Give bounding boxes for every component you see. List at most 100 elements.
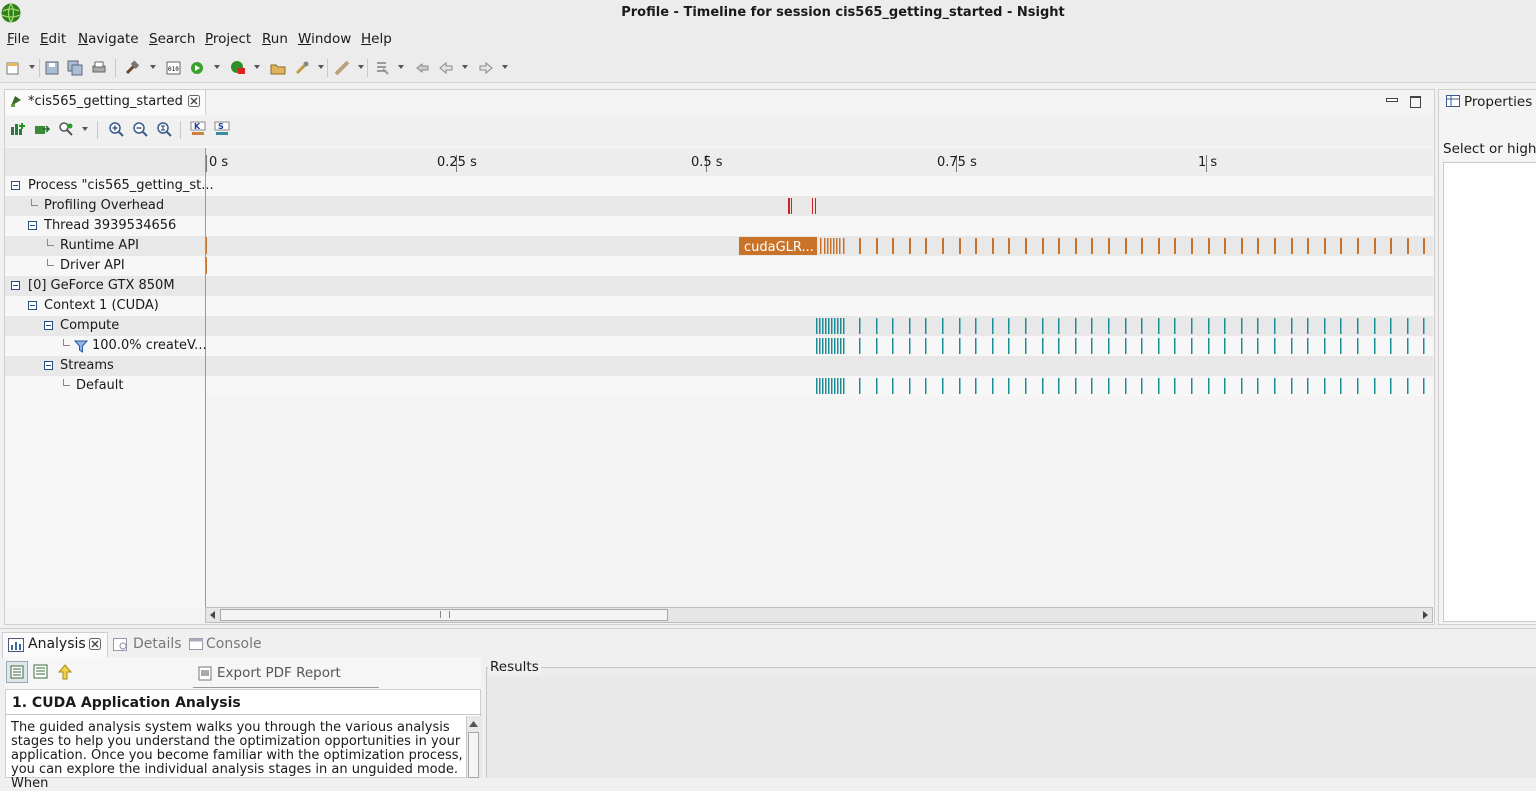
save-icon[interactable]	[44, 60, 60, 76]
kernel-mark[interactable]	[1174, 318, 1176, 334]
kernel-mark[interactable]	[1407, 338, 1409, 354]
kernel-mark[interactable]	[1340, 378, 1342, 394]
kernel-mark[interactable]	[925, 318, 927, 334]
close-icon[interactable]	[188, 95, 200, 107]
kernel-mark[interactable]	[992, 318, 994, 334]
kernel-mark[interactable]	[1291, 318, 1293, 334]
api-call-mark[interactable]	[909, 238, 911, 254]
kernel-mark[interactable]	[909, 318, 911, 334]
kernel-mark[interactable]	[1423, 318, 1425, 334]
kernel-mark[interactable]	[828, 378, 830, 394]
api-call-mark[interactable]	[1307, 238, 1309, 254]
kernel-mark[interactable]	[825, 378, 827, 394]
kernel-mark[interactable]	[959, 378, 961, 394]
kernel-mark[interactable]	[816, 318, 818, 334]
kernel-mark[interactable]	[1025, 338, 1027, 354]
kernel-mark[interactable]	[825, 338, 827, 354]
api-call-mark[interactable]	[1025, 238, 1027, 254]
time-ruler[interactable]	[206, 148, 1433, 177]
kernel-mark[interactable]	[1058, 318, 1060, 334]
overhead-mark[interactable]	[812, 198, 813, 214]
kernel-mark[interactable]	[840, 378, 842, 394]
kernel-mark[interactable]	[1257, 378, 1259, 394]
kernel-mark[interactable]	[1058, 338, 1060, 354]
arrow-up-icon[interactable]	[57, 664, 73, 680]
kernel-mark[interactable]	[859, 318, 861, 334]
kernel-mark[interactable]	[975, 338, 977, 354]
export-pdf-label[interactable]: Export PDF Report	[217, 665, 341, 681]
kernel-mark[interactable]	[1008, 378, 1010, 394]
api-call-mark[interactable]	[206, 237, 207, 254]
api-call-mark[interactable]	[1274, 238, 1276, 254]
kernel-mark[interactable]	[1025, 318, 1027, 334]
kernel-mark[interactable]	[1374, 318, 1376, 334]
zoom-out-icon[interactable]	[132, 121, 148, 137]
kernel-mark[interactable]	[834, 318, 836, 334]
guided-mode-button[interactable]	[6, 661, 28, 683]
kernel-mark[interactable]	[1241, 378, 1243, 394]
maximize-icon[interactable]	[1410, 96, 1421, 108]
collapse-toggle[interactable]	[28, 301, 37, 310]
api-call-mark[interactable]	[1291, 238, 1293, 254]
kernel-mark[interactable]	[1224, 378, 1226, 394]
overhead-mark[interactable]	[815, 198, 816, 214]
api-call-mark[interactable]	[843, 238, 845, 254]
api-call-mark[interactable]	[1174, 238, 1176, 254]
kernel-mark[interactable]	[1125, 318, 1127, 334]
kernel-mark[interactable]	[892, 318, 894, 334]
kernel-mark[interactable]	[1141, 378, 1143, 394]
kernel-mark[interactable]	[1390, 338, 1392, 354]
scrollbar-thumb[interactable]	[468, 732, 479, 778]
api-call-mark[interactable]	[1008, 238, 1010, 254]
last-edit-icon[interactable]	[414, 60, 430, 76]
kernel-mark[interactable]	[834, 378, 836, 394]
api-call-mark[interactable]	[1075, 238, 1077, 254]
kernel-mark[interactable]	[1324, 378, 1326, 394]
kernel-mark[interactable]	[1307, 318, 1309, 334]
kernel-mark[interactable]	[1158, 378, 1160, 394]
kernel-mark[interactable]	[1241, 338, 1243, 354]
kernel-mark[interactable]	[1340, 318, 1342, 334]
kernel-mark[interactable]	[1108, 338, 1110, 354]
kernel-mark[interactable]	[1091, 338, 1093, 354]
api-call-mark[interactable]	[1191, 238, 1193, 254]
kernel-mark[interactable]	[876, 318, 878, 334]
kernel-mark[interactable]	[992, 378, 994, 394]
kernel-mark[interactable]	[1291, 378, 1293, 394]
kernel-mark[interactable]	[1208, 318, 1210, 334]
kernel-mark[interactable]	[1307, 338, 1309, 354]
kernel-mark[interactable]	[859, 378, 861, 394]
kernel-mark[interactable]	[843, 318, 845, 334]
api-call-mark[interactable]	[824, 238, 826, 254]
kernel-mark[interactable]	[1174, 378, 1176, 394]
timeline-canvas[interactable]: cudaGLR...	[206, 176, 1433, 608]
kernel-mark[interactable]	[1158, 338, 1160, 354]
annotate-icon[interactable]	[334, 60, 350, 76]
menu-navigate[interactable]: Navigate	[78, 31, 139, 47]
api-call-mark[interactable]	[1407, 238, 1409, 254]
kernel-mark[interactable]	[837, 318, 839, 334]
kernel-mark[interactable]	[942, 318, 944, 334]
chevron-down-icon[interactable]	[214, 65, 220, 69]
collapse-toggle[interactable]	[11, 281, 20, 290]
api-call-mark[interactable]	[836, 238, 838, 254]
kernel-mark[interactable]	[825, 318, 827, 334]
kernel-mark[interactable]	[1125, 378, 1127, 394]
api-call-mark[interactable]	[876, 238, 878, 254]
kernel-mark[interactable]	[1307, 378, 1309, 394]
kernel-mark[interactable]	[1291, 338, 1293, 354]
kernel-mark[interactable]	[959, 318, 961, 334]
kernel-mark[interactable]	[816, 338, 818, 354]
kernel-mark[interactable]	[828, 338, 830, 354]
collapse-toggle[interactable]	[28, 221, 37, 230]
kernel-mark[interactable]	[1357, 338, 1359, 354]
kernel-mark[interactable]	[819, 378, 821, 394]
kernel-mark[interactable]	[1374, 338, 1376, 354]
kernel-mark[interactable]	[1025, 378, 1027, 394]
kernel-mark[interactable]	[1174, 338, 1176, 354]
api-call-mark[interactable]	[1058, 238, 1060, 254]
kernel-mark[interactable]	[1125, 338, 1127, 354]
scroll-left-icon[interactable]	[206, 608, 220, 622]
api-call-mark[interactable]	[1241, 238, 1243, 254]
forward-icon[interactable]	[478, 60, 494, 76]
